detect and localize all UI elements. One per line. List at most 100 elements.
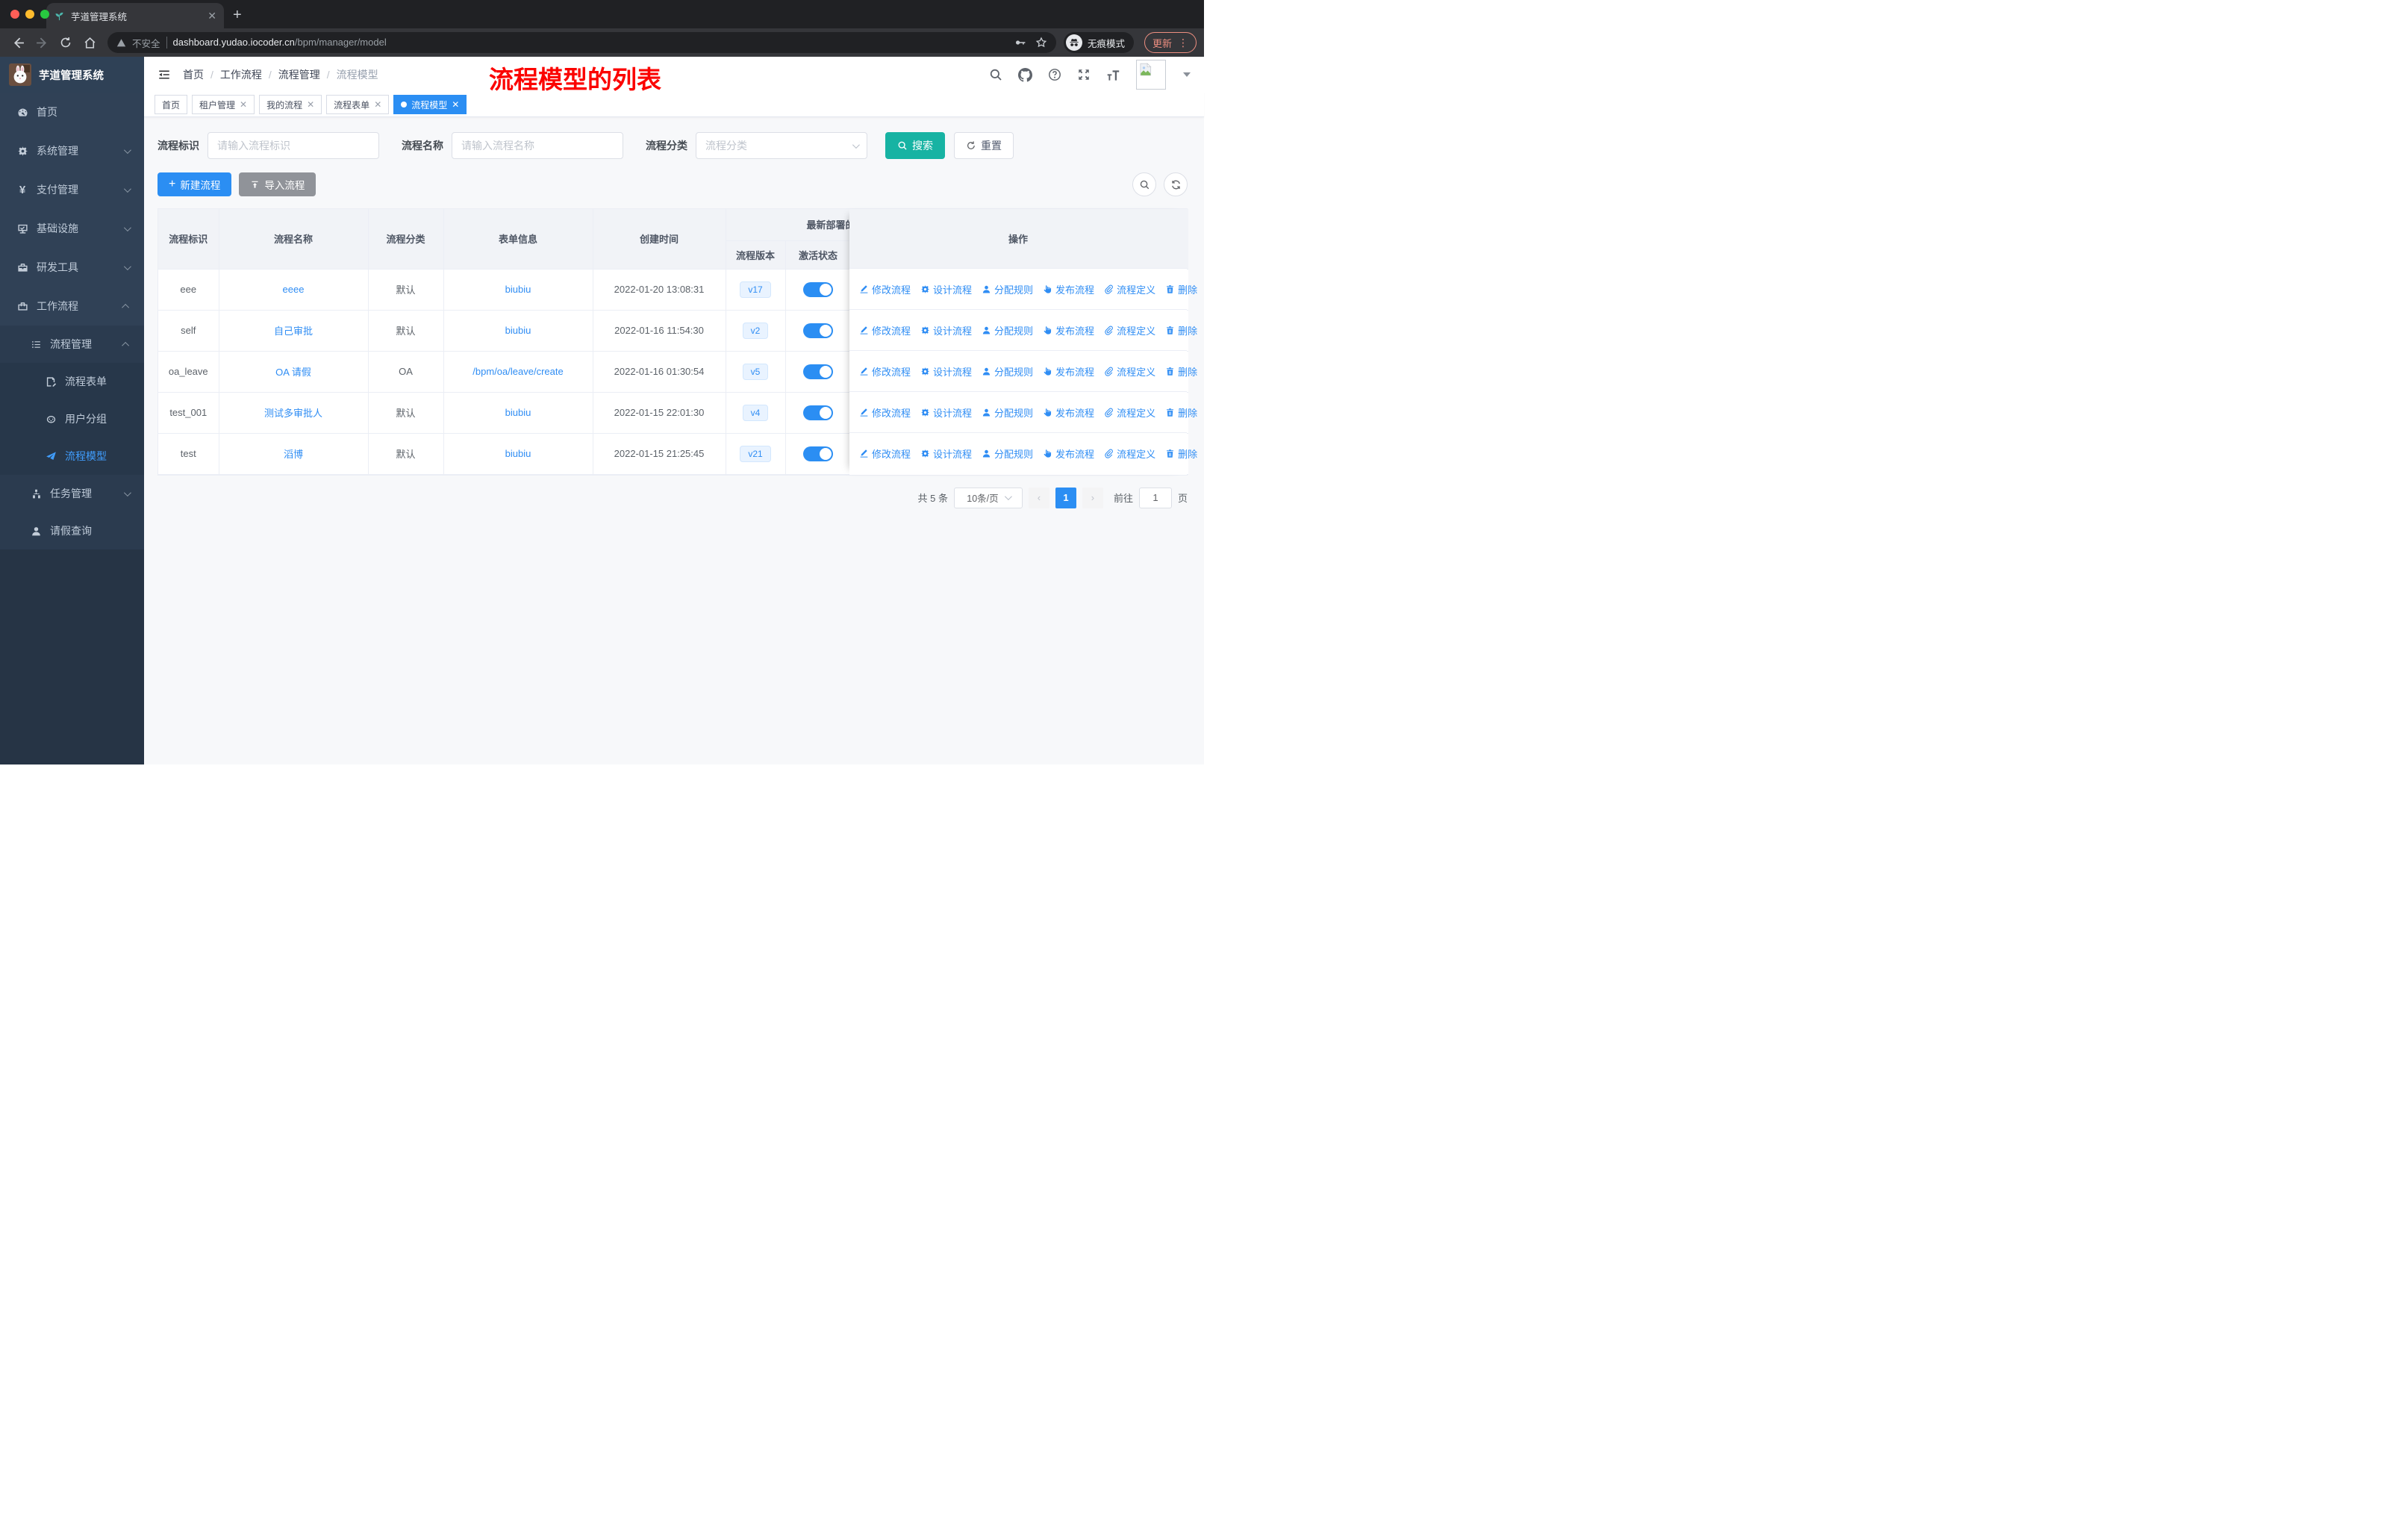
active-toggle[interactable] — [803, 446, 833, 461]
page-size-select[interactable]: 10条/页 — [953, 487, 1023, 508]
sidebar-fold-icon[interactable] — [157, 68, 171, 81]
tag-close-icon[interactable]: ✕ — [240, 99, 247, 110]
row-link[interactable]: eeee — [283, 284, 305, 295]
font-size-icon[interactable] — [1106, 68, 1120, 82]
action-clip-link[interactable]: 流程定义 — [1104, 446, 1155, 461]
sidebar-item-home[interactable]: 首页 — [0, 93, 144, 131]
action-edit-link[interactable]: 修改流程 — [859, 446, 911, 461]
goto-page-input[interactable] — [1138, 487, 1172, 508]
version-badge[interactable]: v2 — [742, 322, 769, 339]
action-trash-link[interactable]: 删除 — [1165, 323, 1197, 337]
tag-租户管理[interactable]: 租户管理 ✕ — [192, 95, 255, 114]
version-badge[interactable]: v5 — [742, 363, 769, 380]
action-clip-link[interactable]: 流程定义 — [1104, 364, 1155, 379]
close-window-button[interactable] — [10, 10, 19, 19]
password-key-icon[interactable] — [1014, 37, 1026, 49]
action-clip-link[interactable]: 流程定义 — [1104, 323, 1155, 337]
action-gearsm-link[interactable]: 设计流程 — [920, 323, 972, 337]
filter-key-input[interactable] — [208, 132, 379, 159]
avatar[interactable] — [1136, 60, 1166, 90]
row-link[interactable]: biubiu — [505, 448, 531, 459]
tag-我的流程[interactable]: 我的流程 ✕ — [259, 95, 322, 114]
action-trash-link[interactable]: 删除 — [1165, 446, 1197, 461]
back-button[interactable] — [7, 32, 28, 53]
import-process-button[interactable]: 导入流程 — [239, 172, 316, 196]
tag-close-icon[interactable]: ✕ — [374, 99, 381, 110]
action-hand-link[interactable]: 发布流程 — [1043, 364, 1094, 379]
sidebar-item-bpm-form[interactable]: 流程表单 — [0, 363, 144, 400]
breadcrumb-item[interactable]: 首页 — [183, 67, 204, 82]
action-user-link[interactable]: 分配规则 — [982, 323, 1033, 337]
action-edit-link[interactable]: 修改流程 — [859, 364, 911, 379]
action-trash-link[interactable]: 删除 — [1165, 405, 1197, 420]
row-link[interactable]: biubiu — [505, 325, 531, 336]
row-link[interactable]: biubiu — [505, 407, 531, 418]
active-toggle[interactable] — [803, 364, 833, 379]
update-chrome-button[interactable]: 更新 ⋮ — [1144, 32, 1197, 53]
sidebar-item-bpm-manage[interactable]: 流程管理 — [0, 326, 144, 363]
filter-category-select[interactable]: 流程分类 — [696, 132, 867, 159]
version-badge[interactable]: v17 — [740, 281, 771, 298]
tag-close-icon[interactable]: ✕ — [452, 99, 459, 110]
zoom-window-button[interactable] — [40, 10, 49, 19]
bookmark-star-icon[interactable] — [1035, 37, 1047, 49]
tag-流程模型[interactable]: 流程模型 ✕ — [393, 95, 467, 114]
action-user-link[interactable]: 分配规则 — [982, 364, 1033, 379]
breadcrumb-item[interactable]: 流程管理 — [278, 67, 320, 82]
show-search-button[interactable] — [1132, 172, 1156, 196]
tag-流程表单[interactable]: 流程表单 ✕ — [326, 95, 390, 114]
tag-首页[interactable]: 首页 — [155, 95, 188, 114]
action-edit-link[interactable]: 修改流程 — [859, 405, 911, 420]
current-page[interactable]: 1 — [1055, 487, 1076, 508]
action-hand-link[interactable]: 发布流程 — [1043, 446, 1094, 461]
fullscreen-icon[interactable] — [1077, 68, 1091, 81]
action-user-link[interactable]: 分配规则 — [982, 405, 1033, 420]
sidebar-item-user-group[interactable]: 用户分组 — [0, 400, 144, 437]
sidebar-item-bpm-model[interactable]: 流程模型 — [0, 437, 144, 475]
action-trash-link[interactable]: 删除 — [1165, 282, 1197, 296]
action-gearsm-link[interactable]: 设计流程 — [920, 282, 972, 296]
action-gearsm-link[interactable]: 设计流程 — [920, 446, 972, 461]
sidebar-item-pay[interactable]: ¥ 支付管理 — [0, 170, 144, 209]
action-trash-link[interactable]: 删除 — [1165, 364, 1197, 379]
row-link[interactable]: 测试多审批人 — [264, 408, 322, 419]
active-toggle[interactable] — [803, 281, 833, 297]
avatar-caret-icon[interactable] — [1183, 72, 1191, 77]
sidebar-item-task[interactable]: 任务管理 — [0, 475, 144, 512]
sidebar-item-workflow[interactable]: 工作流程 — [0, 287, 144, 326]
search-icon[interactable] — [989, 68, 1002, 81]
row-link[interactable]: 自己审批 — [274, 326, 313, 337]
action-clip-link[interactable]: 流程定义 — [1104, 405, 1155, 420]
next-page-button[interactable]: › — [1082, 487, 1103, 508]
action-hand-link[interactable]: 发布流程 — [1043, 282, 1094, 296]
version-badge[interactable]: v21 — [740, 445, 771, 462]
action-edit-link[interactable]: 修改流程 — [859, 323, 911, 337]
row-link[interactable]: biubiu — [505, 284, 531, 295]
action-clip-link[interactable]: 流程定义 — [1104, 282, 1155, 296]
create-process-button[interactable]: + 新建流程 — [157, 172, 232, 196]
action-hand-link[interactable]: 发布流程 — [1043, 323, 1094, 337]
row-link[interactable]: 滔博 — [284, 449, 303, 460]
refresh-table-button[interactable] — [1164, 172, 1188, 196]
breadcrumb-item[interactable]: 工作流程 — [220, 67, 262, 82]
new-tab-button[interactable]: + — [233, 7, 242, 24]
help-icon[interactable] — [1048, 68, 1061, 81]
minimize-window-button[interactable] — [25, 10, 34, 19]
sidebar-item-system[interactable]: 系统管理 — [0, 131, 144, 170]
sidebar-item-devtools[interactable]: 研发工具 — [0, 248, 144, 287]
action-user-link[interactable]: 分配规则 — [982, 282, 1033, 296]
active-toggle[interactable] — [803, 405, 833, 420]
version-badge[interactable]: v4 — [742, 404, 769, 421]
active-toggle[interactable] — [803, 323, 833, 338]
prev-page-button[interactable]: ‹ — [1028, 487, 1049, 508]
tag-close-icon[interactable]: ✕ — [307, 99, 314, 110]
home-button[interactable] — [79, 32, 100, 53]
action-edit-link[interactable]: 修改流程 — [859, 282, 911, 296]
action-gearsm-link[interactable]: 设计流程 — [920, 364, 972, 379]
sidebar-item-leave[interactable]: 请假查询 — [0, 512, 144, 549]
tab-close-icon[interactable]: ✕ — [208, 10, 216, 22]
search-button[interactable]: 搜索 — [885, 132, 945, 159]
sidebar-item-infra[interactable]: 基础设施 — [0, 209, 144, 248]
github-icon[interactable] — [1018, 67, 1032, 82]
forward-button[interactable] — [31, 32, 52, 53]
